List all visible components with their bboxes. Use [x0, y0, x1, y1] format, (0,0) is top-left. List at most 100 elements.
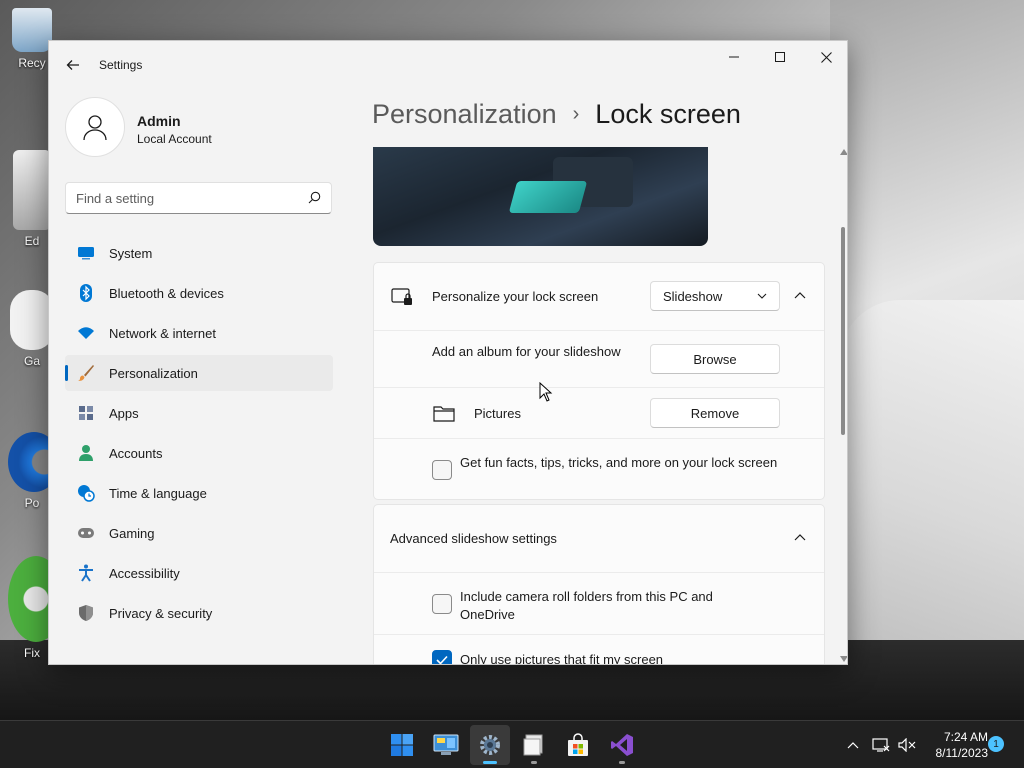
- user-profile[interactable]: Admin Local Account: [65, 97, 345, 159]
- brush-icon: [77, 364, 95, 382]
- volume-tray-button[interactable]: [896, 721, 918, 768]
- network-tray-button[interactable]: [870, 721, 892, 768]
- person-icon: [83, 115, 107, 141]
- accessibility-icon: [77, 564, 95, 582]
- back-button[interactable]: [61, 53, 85, 77]
- control-panel-icon: [433, 734, 459, 755]
- active-indicator: [483, 761, 497, 764]
- sidebar: Admin Local Account System Bluetooth & d…: [49, 89, 349, 664]
- windows-logo-icon: [391, 734, 413, 756]
- sidebar-item-label: Apps: [109, 405, 139, 421]
- close-button[interactable]: [803, 41, 847, 73]
- scroll-up-arrow[interactable]: [840, 149, 847, 155]
- sidebar-item-bluetooth[interactable]: Bluetooth & devices: [65, 275, 333, 311]
- taskbar-app-visual-studio[interactable]: [602, 725, 642, 765]
- gamepad-icon: [77, 524, 95, 542]
- running-indicator: [531, 761, 537, 764]
- fun-facts-row[interactable]: Get fun facts, tips, tricks, and more on…: [374, 438, 824, 501]
- network-disconnected-icon: [872, 738, 890, 752]
- dropdown-value: Slideshow: [663, 288, 723, 304]
- sidebar-item-label: Network & internet: [109, 325, 216, 341]
- fit-screen-row[interactable]: Only use pictures that fit my screen: [374, 634, 824, 665]
- recycle-bin-icon: [12, 8, 52, 52]
- fit-screen-checkbox[interactable]: [432, 650, 452, 664]
- settings-window: Settings Admin Local Account System: [48, 40, 848, 665]
- lock-screen-preview: [373, 147, 708, 246]
- taskbar-app-file-explorer[interactable]: [514, 725, 554, 765]
- minimize-button[interactable]: [711, 41, 757, 73]
- running-indicator: [619, 761, 625, 764]
- monitor-icon: [77, 244, 95, 262]
- album-name: Pictures: [474, 406, 521, 421]
- apps-icon: [77, 404, 95, 422]
- start-button[interactable]: [382, 725, 422, 765]
- camera-roll-label: Include camera roll folders from this PC…: [460, 589, 713, 622]
- sidebar-item-privacy-security[interactable]: Privacy & security: [65, 595, 333, 631]
- sidebar-item-accounts[interactable]: Accounts: [65, 435, 333, 471]
- add-album-label: Add an album for your slideshow: [432, 344, 621, 359]
- sidebar-item-label: Privacy & security: [109, 605, 213, 621]
- sidebar-item-label: Bluetooth & devices: [109, 285, 224, 301]
- advanced-header-row[interactable]: Advanced slideshow settings: [374, 505, 824, 572]
- camera-roll-row[interactable]: Include camera roll folders from this PC…: [374, 572, 824, 634]
- breadcrumb: Personalization › Lock screen: [372, 99, 741, 130]
- collapse-button[interactable]: [792, 288, 808, 304]
- profile-name: Admin: [137, 113, 181, 129]
- avatar: [65, 97, 125, 157]
- minimize-icon: [729, 56, 739, 58]
- remove-button[interactable]: Remove: [650, 398, 780, 428]
- settings-scroll-area[interactable]: Personalize your lock screen Slideshow A…: [349, 147, 847, 665]
- clock[interactable]: 7:24 AM 8/11/2023: [922, 729, 989, 761]
- fit-screen-label: Only use pictures that fit my screen: [460, 652, 664, 665]
- sidebar-item-label: Accessibility: [109, 565, 180, 581]
- sidebar-item-personalization[interactable]: Personalization: [65, 355, 333, 391]
- maximize-button[interactable]: [757, 41, 803, 73]
- search-box[interactable]: [65, 182, 332, 214]
- sidebar-item-label: Time & language: [109, 485, 207, 501]
- lock-screen-type-dropdown[interactable]: Slideshow: [650, 281, 780, 311]
- back-arrow-icon: [66, 60, 79, 70]
- breadcrumb-parent[interactable]: Personalization: [372, 99, 557, 130]
- sidebar-item-gaming[interactable]: Gaming: [65, 515, 333, 551]
- show-hidden-icons-button[interactable]: [842, 721, 864, 768]
- chevron-up-icon: [794, 534, 806, 541]
- sidebar-item-system[interactable]: System: [65, 235, 333, 271]
- person-icon: [77, 444, 95, 462]
- folder-icon: [523, 734, 543, 756]
- preview-shape: [508, 181, 588, 213]
- page-title: Lock screen: [595, 99, 741, 129]
- sidebar-item-accessibility[interactable]: Accessibility: [65, 555, 333, 591]
- title-bar[interactable]: Settings: [49, 41, 847, 89]
- file-icon: [13, 150, 51, 230]
- advanced-slideshow-card: Advanced slideshow settings Include came…: [373, 504, 825, 665]
- bluetooth-icon: [77, 284, 95, 302]
- lock-screen-icon: [391, 288, 412, 305]
- wifi-icon: [77, 324, 95, 342]
- search-input[interactable]: [66, 183, 296, 213]
- browse-button[interactable]: Browse: [650, 344, 780, 374]
- taskbar-app-control-panel[interactable]: [426, 725, 466, 765]
- taskbar: 7:24 AM 8/11/2023: [0, 720, 1024, 768]
- globe-clock-icon: [77, 484, 95, 502]
- sidebar-item-label: Gaming: [109, 525, 155, 541]
- personalize-row[interactable]: Personalize your lock screen Slideshow: [374, 263, 824, 330]
- chevron-up-icon: [847, 742, 859, 749]
- personalize-card: Personalize your lock screen Slideshow A…: [373, 262, 825, 500]
- profile-account-type: Local Account: [137, 132, 212, 146]
- sidebar-item-apps[interactable]: Apps: [65, 395, 333, 431]
- taskbar-app-store[interactable]: [558, 725, 598, 765]
- scrollbar[interactable]: [837, 147, 847, 664]
- notification-badge[interactable]: 1: [988, 736, 1004, 752]
- chevron-up-icon: [794, 292, 806, 299]
- scroll-thumb[interactable]: [841, 227, 845, 435]
- fun-facts-checkbox[interactable]: [432, 460, 452, 480]
- scroll-down-arrow[interactable]: [840, 656, 847, 662]
- collapse-button[interactable]: [792, 530, 808, 546]
- taskbar-app-settings[interactable]: [470, 725, 510, 765]
- camera-roll-checkbox[interactable]: [432, 594, 452, 614]
- shield-icon: [77, 604, 95, 622]
- sidebar-item-label: Accounts: [109, 445, 163, 461]
- sidebar-item-time-language[interactable]: Time & language: [65, 475, 333, 511]
- visual-studio-icon: [611, 734, 633, 756]
- sidebar-item-network[interactable]: Network & internet: [65, 315, 333, 351]
